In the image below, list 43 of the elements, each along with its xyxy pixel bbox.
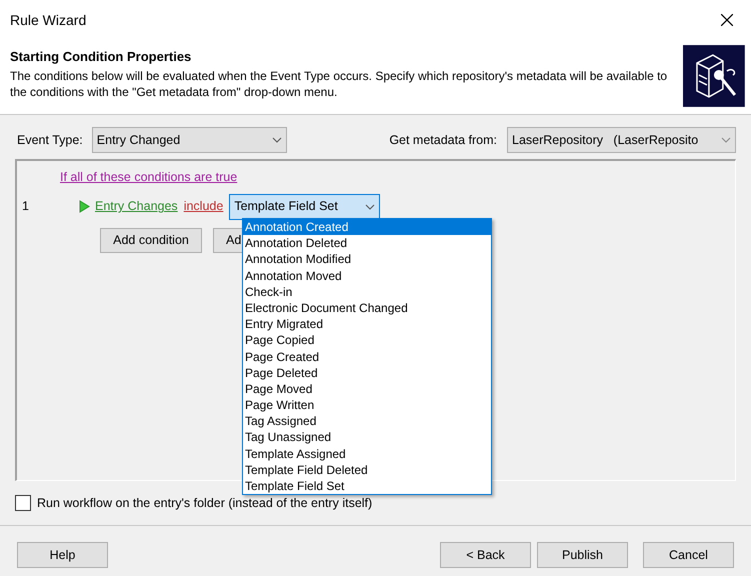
chevron-down-icon bbox=[272, 137, 282, 143]
operator-link[interactable]: include bbox=[184, 197, 224, 216]
dropdown-option[interactable]: Page Copied bbox=[243, 332, 491, 348]
close-icon[interactable] bbox=[721, 14, 733, 26]
server-wrench-icon bbox=[683, 45, 745, 107]
dropdown-option[interactable]: Entry Migrated bbox=[243, 316, 491, 332]
dropdown-option[interactable]: Page Moved bbox=[243, 380, 491, 398]
dropdown-option[interactable]: Electronic Document Changed bbox=[243, 300, 491, 316]
dropdown-option[interactable]: Annotation Moved bbox=[243, 268, 491, 284]
field-link[interactable]: Entry Changes bbox=[95, 197, 178, 216]
dropdown-option[interactable]: Page Deleted bbox=[243, 364, 491, 381]
header-title: Starting Condition Properties bbox=[10, 48, 192, 66]
play-icon[interactable] bbox=[79, 200, 90, 214]
dropdown-option[interactable]: Template Assigned bbox=[243, 446, 491, 462]
row-number: 1 bbox=[22, 198, 30, 216]
dropdown-option[interactable]: Annotation Deleted bbox=[243, 235, 491, 252]
folder-checkbox[interactable] bbox=[15, 495, 31, 511]
dropdown-option[interactable]: Tag Assigned bbox=[243, 413, 491, 430]
dropdown-option[interactable]: Check-in bbox=[243, 284, 491, 300]
add-button[interactable]: Ad bbox=[213, 228, 243, 253]
dropdown-option[interactable]: Annotation Created bbox=[243, 219, 491, 236]
metadata-dropdown[interactable]: LaserRepository (LaserReposito bbox=[507, 127, 736, 153]
dropdown-option[interactable]: Annotation Modified bbox=[243, 251, 491, 268]
folder-option-label: Run workflow on the entry's folder (instead of the entry itself) bbox=[37, 494, 372, 512]
dropdown-option[interactable]: Template Field Set bbox=[243, 478, 491, 494]
metadata-label: Get metadata from: bbox=[389, 132, 497, 149]
footer-button[interactable]: < Back bbox=[440, 542, 531, 568]
chevron-down-icon bbox=[365, 204, 376, 210]
footer-button[interactable]: Cancel bbox=[643, 542, 734, 568]
chevron-down-icon bbox=[721, 137, 731, 143]
dropdown-option[interactable]: Page Created bbox=[243, 348, 491, 365]
dropdown-option[interactable]: Tag Unassigned bbox=[243, 429, 491, 446]
conditions-link[interactable]: If all of these conditions are true bbox=[60, 170, 238, 184]
dropdown-option[interactable]: Page Written bbox=[243, 397, 491, 414]
header-description: The conditions below will be evaluated when the Event Type occurs. Specify which repository's metadata will be available to the conditions with the "Get metadata from" drop-down menu. bbox=[10, 68, 668, 100]
footer-button[interactable]: Help bbox=[17, 542, 108, 568]
dropdown-option[interactable]: Template Field Deleted bbox=[243, 462, 491, 478]
value-dropdown[interactable]: Template Field Set bbox=[229, 194, 380, 220]
event-type-label: Event Type: bbox=[17, 132, 83, 149]
event-type-dropdown[interactable]: Entry Changed bbox=[92, 127, 287, 153]
add-button[interactable]: Add condition bbox=[100, 228, 202, 253]
window-title: Rule Wizard bbox=[10, 10, 86, 30]
footer-button[interactable]: Publish bbox=[537, 542, 628, 568]
